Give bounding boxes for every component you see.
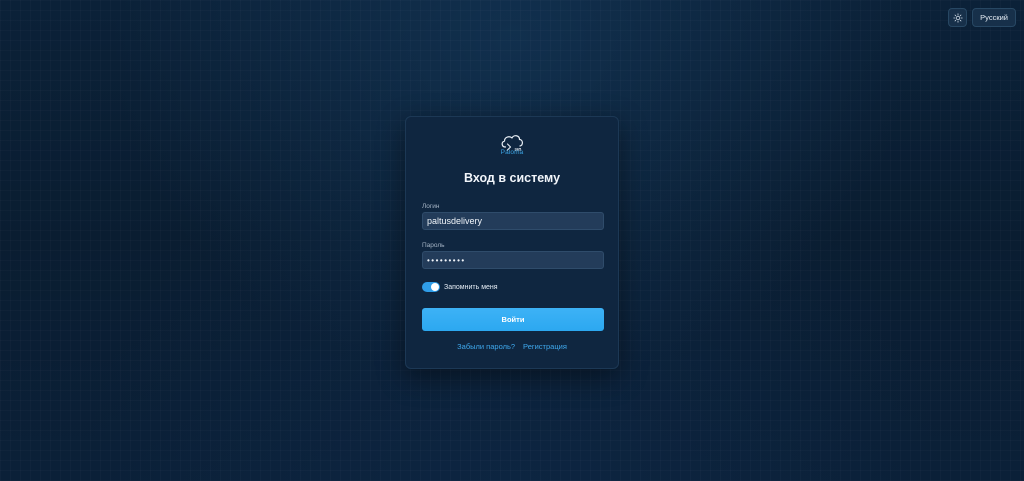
password-input[interactable] bbox=[422, 251, 604, 269]
top-controls: Русский bbox=[948, 8, 1016, 27]
brand-logo: 365 Paloma bbox=[406, 132, 618, 156]
remember-me-label: Запомнить меня bbox=[444, 283, 498, 291]
theme-toggle-button[interactable] bbox=[948, 8, 968, 27]
auth-links: Забыли пароль? Регистрация bbox=[406, 342, 618, 351]
register-link[interactable]: Регистрация bbox=[523, 342, 567, 351]
switch-knob bbox=[431, 283, 439, 291]
login-label: Логин bbox=[422, 203, 440, 210]
sun-icon bbox=[953, 12, 963, 23]
logo-text: Paloma bbox=[500, 149, 524, 156]
page-title: Вход в систему bbox=[463, 171, 561, 185]
password-label: Пароль bbox=[422, 242, 445, 249]
login-input[interactable] bbox=[422, 212, 604, 230]
remember-switch[interactable] bbox=[422, 282, 440, 292]
login-card: 365 Paloma Вход в систему Логин Пароль З… bbox=[405, 116, 619, 369]
language-select-button[interactable]: Русский bbox=[972, 8, 1016, 27]
forgot-password-link[interactable]: Забыли пароль? bbox=[457, 342, 515, 351]
login-button[interactable]: Войти bbox=[422, 308, 604, 331]
remember-me-toggle[interactable]: Запомнить меня bbox=[422, 282, 498, 292]
